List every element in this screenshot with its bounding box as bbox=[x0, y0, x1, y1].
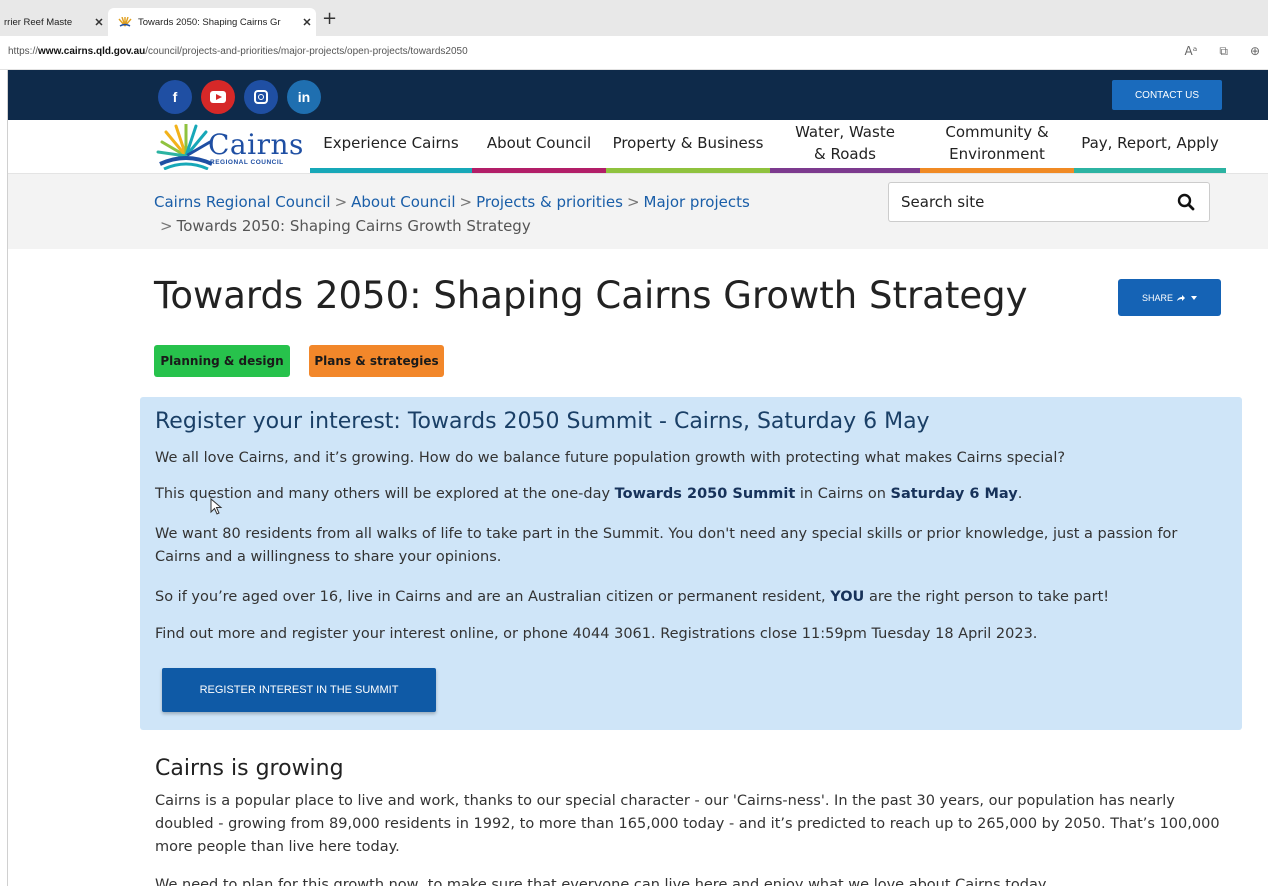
instagram-icon[interactable] bbox=[244, 80, 278, 114]
linkedin-icon[interactable]: in bbox=[287, 80, 321, 114]
breadcrumb-separator: > bbox=[334, 193, 348, 211]
body-paragraph: Cairns is a popular place to live and wo… bbox=[155, 793, 1220, 855]
text-span: are the right person to take part! bbox=[864, 589, 1110, 605]
logo-subtitle: REGIONAL COUNCIL bbox=[210, 159, 284, 166]
chevron-down-icon bbox=[1191, 295, 1197, 300]
browser-tab-bar: rrier Reef Maste ✕ Towards 2050: Shaping… bbox=[0, 0, 1268, 36]
summit-info-panel: Register your interest: Towards 2050 Sum… bbox=[140, 397, 1242, 730]
cairns-favicon-icon bbox=[118, 16, 132, 27]
share-label: SHARE bbox=[1141, 292, 1173, 303]
url-prefix: https:// bbox=[8, 46, 39, 57]
summit-heading: Register your interest: Towards 2050 Sum… bbox=[155, 409, 930, 434]
summit-paragraph: Find out more and register your interest… bbox=[155, 626, 1038, 642]
nav-pay-report-apply[interactable]: Pay, Report, Apply bbox=[1074, 120, 1226, 173]
read-aloud-icon[interactable]: Aᵃ bbox=[1184, 44, 1197, 59]
logo-wordmark: Cairns bbox=[208, 128, 304, 161]
page-title: Towards 2050: Shaping Cairns Growth Stra… bbox=[154, 274, 1028, 317]
search-icon[interactable] bbox=[1177, 193, 1195, 211]
new-tab-button[interactable]: + bbox=[322, 8, 337, 29]
tab-title: rrier Reef Maste bbox=[4, 16, 73, 28]
url-text[interactable]: https://www.cairns.qld.gov.au/council/pr… bbox=[8, 46, 468, 57]
nav-community-environment[interactable]: Community & Environment bbox=[920, 120, 1074, 173]
immersive-reader-icon[interactable]: ⧉ bbox=[1219, 44, 1228, 59]
contact-us-button[interactable]: CONTACT US bbox=[1112, 80, 1222, 110]
browser-tab-active[interactable]: Towards 2050: Shaping Cairns Gr ✕ bbox=[108, 8, 316, 36]
facebook-glyph: f bbox=[172, 89, 178, 105]
breadcrumb: Cairns Regional Council > About Council > Pr… bbox=[154, 190, 794, 238]
breadcrumb-separator: > bbox=[459, 193, 473, 211]
tab-close-icon[interactable]: ✕ bbox=[298, 16, 316, 29]
nav-water-waste-roads[interactable]: Water, Waste & Roads bbox=[770, 120, 920, 173]
cairns-logo-burst-icon bbox=[156, 122, 213, 171]
summit-paragraph: We want 80 residents from all walks of l… bbox=[155, 526, 1178, 565]
nav-about-council[interactable]: About Council bbox=[472, 120, 606, 173]
text-span: . bbox=[1017, 486, 1023, 502]
site-top-bar: f in CONTACT US bbox=[8, 70, 1268, 120]
summit-paragraph: We all love Cairns, and it’s growing. Ho… bbox=[155, 450, 1066, 466]
youtube-icon[interactable] bbox=[201, 80, 235, 114]
body-paragraph: We need to plan for this growth now, to … bbox=[155, 877, 1050, 886]
address-bar-icons: Aᵃ ⧉ ⊕ bbox=[1184, 44, 1260, 59]
tag-planning-design[interactable]: Planning & design bbox=[154, 345, 290, 377]
site-search bbox=[888, 182, 1210, 222]
youtube-play-icon bbox=[210, 91, 226, 103]
breadcrumb-current: Towards 2050: Shaping Cairns Growth Stra… bbox=[176, 217, 531, 235]
text-span: So if you’re aged over 16, live in Cairn… bbox=[155, 589, 831, 605]
summit-paragraph: This question and many others will be ex… bbox=[155, 483, 1227, 506]
breadcrumb-link-home[interactable]: Cairns Regional Council bbox=[154, 193, 331, 211]
summit-name-bold: Towards 2050 Summit bbox=[614, 486, 796, 502]
nav-property-business[interactable]: Property & Business bbox=[606, 120, 770, 173]
breadcrumb-link-about-council[interactable]: About Council bbox=[351, 193, 455, 211]
share-arrow-icon bbox=[1177, 294, 1185, 301]
facebook-icon[interactable]: f bbox=[158, 80, 192, 114]
address-bar[interactable]: https://www.cairns.qld.gov.au/council/pr… bbox=[0, 36, 1268, 70]
breadcrumb-separator: > bbox=[626, 193, 640, 211]
browser-tab-inactive[interactable]: rrier Reef Maste ✕ bbox=[0, 8, 108, 36]
text-span: in Cairns on bbox=[795, 486, 891, 502]
breadcrumb-band: Cairns Regional Council > About Council > Pr… bbox=[8, 173, 1268, 249]
instagram-camera-icon bbox=[254, 90, 268, 104]
section-heading: Cairns is growing bbox=[155, 756, 344, 781]
mouse-cursor-icon bbox=[210, 498, 223, 515]
summit-date-bold: Saturday 6 May bbox=[890, 486, 1018, 502]
linkedin-glyph: in bbox=[297, 89, 311, 105]
share-button[interactable]: SHARE bbox=[1118, 279, 1221, 316]
zoom-icon[interactable]: ⊕ bbox=[1250, 44, 1260, 59]
window-left-edge bbox=[0, 70, 8, 886]
url-domain: www.cairns.qld.gov.au bbox=[38, 46, 146, 57]
tab-title: Towards 2050: Shaping Cairns Gr bbox=[138, 16, 281, 28]
register-interest-button[interactable]: REGISTER INTEREST IN THE SUMMIT bbox=[162, 668, 436, 712]
tag-plans-strategies[interactable]: Plans & strategies bbox=[309, 345, 444, 377]
url-path: /council/projects-and-priorities/major-p… bbox=[145, 46, 468, 57]
breadcrumb-link-major-projects[interactable]: Major projects bbox=[644, 193, 750, 211]
search-input[interactable] bbox=[889, 183, 1169, 221]
main-navigation: Cairns REGIONAL COUNCIL Experience Cairn… bbox=[8, 120, 1268, 173]
summit-paragraph: So if you’re aged over 16, live in Cairn… bbox=[155, 586, 1227, 609]
cairns-logo[interactable]: Cairns REGIONAL COUNCIL bbox=[156, 122, 304, 171]
breadcrumb-separator: > bbox=[160, 217, 173, 235]
tab-close-icon[interactable]: ✕ bbox=[90, 16, 108, 29]
breadcrumb-link-projects[interactable]: Projects & priorities bbox=[476, 193, 623, 211]
nav-experience-cairns[interactable]: Experience Cairns bbox=[310, 120, 472, 173]
you-bold: YOU bbox=[830, 589, 865, 605]
